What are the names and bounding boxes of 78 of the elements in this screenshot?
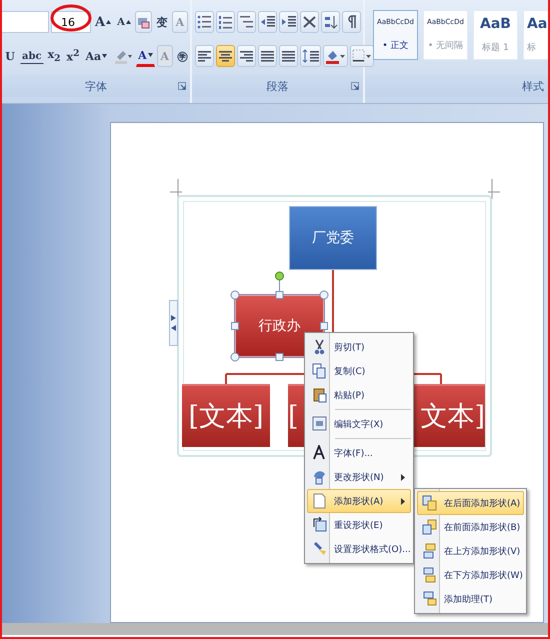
- bullets-button[interactable]: [195, 11, 214, 33]
- numbering-icon: [218, 14, 233, 30]
- reset-icon: [312, 517, 326, 533]
- menu-item[interactable]: 重设形状(E): [307, 513, 411, 537]
- shading-button[interactable]: [323, 45, 348, 67]
- org-chart-box[interactable]: 厂党委: [289, 206, 377, 270]
- format-button[interactable]: x$^{2}$: [64, 45, 82, 67]
- group-label: 字体: [85, 78, 107, 94]
- center-button[interactable]: [216, 45, 235, 67]
- paragraph-mark-button[interactable]: [342, 11, 361, 33]
- group-label: 样式: [522, 78, 544, 94]
- format-button[interactable]: x$_{2}$: [46, 45, 62, 67]
- stacked-shapes-icon: [422, 567, 436, 583]
- caret-icon: [148, 53, 153, 57]
- clipboard-icon: [312, 387, 326, 403]
- multilevel-list-icon: [239, 14, 254, 30]
- justify-button[interactable]: [258, 45, 277, 67]
- asian-layout-icon: [302, 14, 317, 30]
- style-gallery-item[interactable]: Aa 标: [523, 10, 548, 60]
- text-pane-button[interactable]: [169, 300, 178, 346]
- arrows-icon: [170, 313, 177, 333]
- sort-icon: [323, 14, 338, 30]
- letter-icon: [312, 445, 326, 461]
- menu-item[interactable]: 在前面添加形状(B): [417, 515, 524, 539]
- distributed-button[interactable]: [279, 45, 298, 67]
- font-name-field[interactable]: [2, 11, 49, 33]
- menu-item[interactable]: 添加形状(A): [307, 489, 411, 513]
- menu-item[interactable]: 在后面添加形状(A): [417, 491, 524, 515]
- menu-item[interactable]: 复制(C): [307, 359, 411, 383]
- menu-item[interactable]: 在下方添加形状(W): [417, 563, 524, 587]
- multilevel-list-button[interactable]: [237, 11, 256, 33]
- bullets-icon: [197, 14, 212, 30]
- alignment-icon: [239, 49, 254, 63]
- format-button[interactable]: 变: [154, 11, 170, 33]
- format-button[interactable]: U: [2, 45, 18, 67]
- stacked-shapes-icon: [422, 591, 436, 607]
- placeholder-box[interactable]: [文本]: [182, 384, 270, 447]
- menu-item[interactable]: 更改形状(N): [307, 465, 411, 489]
- brush-icon: [312, 541, 326, 557]
- page-icon: [312, 493, 326, 509]
- text-pane-icon: [312, 416, 326, 432]
- copy-icon: [312, 363, 326, 379]
- numbering-button[interactable]: [216, 11, 235, 33]
- decrease-indent-button[interactable]: [258, 11, 277, 33]
- highlighter-icon: [113, 48, 132, 64]
- alignment-icon: [281, 49, 296, 63]
- menu-item[interactable]: 在上方添加形状(V): [417, 539, 524, 563]
- group-label: 段落: [266, 78, 288, 94]
- caret-icon: [102, 54, 108, 58]
- increase-indent-button[interactable]: [279, 11, 298, 33]
- strikethrough-button[interactable]: abc: [20, 48, 44, 64]
- borders-button[interactable]: [350, 45, 374, 67]
- sort-button[interactable]: [321, 11, 340, 33]
- stacked-shapes-icon: [422, 543, 436, 559]
- line-spacing-button[interactable]: [300, 45, 321, 67]
- dialog-launcher-icon: [351, 82, 359, 90]
- clear-format-button[interactable]: [134, 11, 152, 33]
- alignment-icon: [260, 49, 275, 63]
- borders-icon: [352, 48, 372, 64]
- shapes-icon: [312, 469, 326, 485]
- alignment-icon: [218, 49, 233, 63]
- grow-font-button[interactable]: A: [93, 11, 114, 33]
- asian-layout-button[interactable]: [300, 11, 319, 33]
- line-spacing-icon: [302, 49, 319, 63]
- caret-icon: [126, 20, 131, 24]
- change-case-button[interactable]: Aa: [83, 45, 110, 67]
- stacked-shapes-icon: [422, 495, 436, 511]
- dialog-launcher-icon: [178, 82, 186, 90]
- menu-item[interactable]: 设置形状格式(O)...: [307, 537, 411, 561]
- style-gallery-item[interactable]: AaB 标题 1: [473, 10, 518, 60]
- stacked-shapes-icon: [422, 519, 436, 535]
- shrink-font-button[interactable]: A: [115, 11, 133, 33]
- format-button[interactable]: ㊫: [174, 45, 191, 67]
- align-left-button[interactable]: [195, 45, 214, 67]
- align-right-button[interactable]: [237, 45, 256, 67]
- alignment-icon: [197, 49, 212, 63]
- menu-item[interactable]: 添加助理(T): [417, 587, 524, 611]
- caret-icon: [106, 20, 112, 24]
